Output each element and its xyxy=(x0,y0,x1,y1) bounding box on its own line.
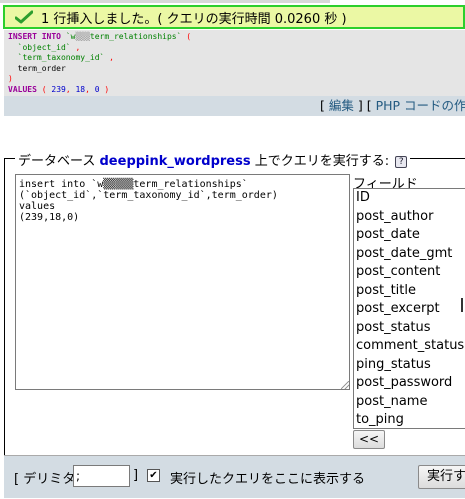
bracket-sep: ] [ xyxy=(357,98,372,113)
sql-links-bar: [ 編集 ] [ PHP コードの作 xyxy=(4,96,465,116)
delimiter-close: ] xyxy=(133,468,139,483)
check-icon xyxy=(15,10,33,24)
sql-value: 18 xyxy=(75,84,86,94)
sql-paren: ( xyxy=(186,32,192,41)
side-marker xyxy=(461,298,463,312)
field-option[interactable]: ping_status xyxy=(354,356,465,375)
edit-link[interactable]: 編集 xyxy=(329,98,354,113)
php-code-link[interactable]: PHP コードの作 xyxy=(376,98,465,113)
show-query-label: 実行したクエリをここに表示する xyxy=(170,472,366,487)
field-option[interactable]: post_author xyxy=(354,208,465,227)
delimiter-label: [ デリミタ xyxy=(14,472,76,487)
field-option[interactable]: post_excerpt xyxy=(354,300,465,319)
query-legend: データベース deeppink_wordpress 上でクエリを実行する: ? xyxy=(15,150,411,169)
field-option[interactable]: post_password xyxy=(354,374,465,393)
field-option[interactable]: comment_status xyxy=(354,337,465,356)
executed-sql: INSERT INTO `w▒▒▒term_relationships` ( `… xyxy=(4,30,465,96)
sql-paren: ( xyxy=(41,84,47,94)
database-link[interactable]: deeppink_wordpress xyxy=(100,154,251,169)
field-option[interactable]: post_status xyxy=(354,319,465,338)
insert-field-button[interactable]: << xyxy=(353,430,385,449)
field-option[interactable]: to_ping xyxy=(354,411,465,428)
delimiter-input[interactable]: ; xyxy=(73,465,130,487)
sql-value: 239 xyxy=(51,84,66,94)
sql-value: 0 xyxy=(94,84,100,94)
resize-grip-icon[interactable] xyxy=(341,381,349,389)
show-query-checkbox[interactable]: ✔ xyxy=(147,469,160,482)
field-option[interactable]: post_date xyxy=(354,226,465,245)
legend-prefix: データベース xyxy=(18,154,96,169)
sql-table-name: term_relationships` xyxy=(89,32,182,41)
sql-table-mask: ▒▒▒ xyxy=(75,32,90,41)
field-option[interactable]: post_content xyxy=(354,263,465,282)
field-option[interactable]: post_name xyxy=(354,393,465,412)
bottom-bar: [ デリミタ ; ] ✔ 実行したクエリをここに表示する 実行す xyxy=(4,455,465,498)
field-option[interactable]: post_date_gmt xyxy=(354,245,465,264)
success-message-bar: 1 行挿入しました。( クエリの実行時間 0.0260 秒 ) xyxy=(3,5,465,29)
success-message: 1 行挿入しました。( クエリの実行時間 0.0260 秒 ) xyxy=(41,11,347,27)
field-option[interactable]: post_title xyxy=(354,282,465,301)
sql-column: `object_id` xyxy=(17,42,71,52)
legend-suffix: 上でクエリを実行する: xyxy=(254,154,390,169)
bracket-open: [ xyxy=(320,98,325,113)
sql-comma: , xyxy=(109,53,114,62)
sql-comma: , xyxy=(75,42,81,52)
sql-column: `term_taxonomy_id` xyxy=(17,53,105,62)
sql-keyword: VALUES xyxy=(8,84,37,94)
sql-query-textarea[interactable]: insert into `w▒▒▒▒▒term_relationships` (… xyxy=(15,174,350,390)
sql-paren: ) xyxy=(104,84,110,94)
help-icon[interactable]: ? xyxy=(395,155,408,168)
execute-button[interactable]: 実行す xyxy=(418,465,465,489)
sql-paren: ) xyxy=(8,74,13,83)
sql-keyword: INSERT INTO xyxy=(8,32,61,41)
field-option[interactable]: ID xyxy=(354,189,465,208)
fields-select[interactable]: ID post_author post_date post_date_gmt post_… xyxy=(353,188,465,429)
sql-column: term_order xyxy=(17,63,66,73)
sql-table-prefix: `w xyxy=(65,32,76,41)
